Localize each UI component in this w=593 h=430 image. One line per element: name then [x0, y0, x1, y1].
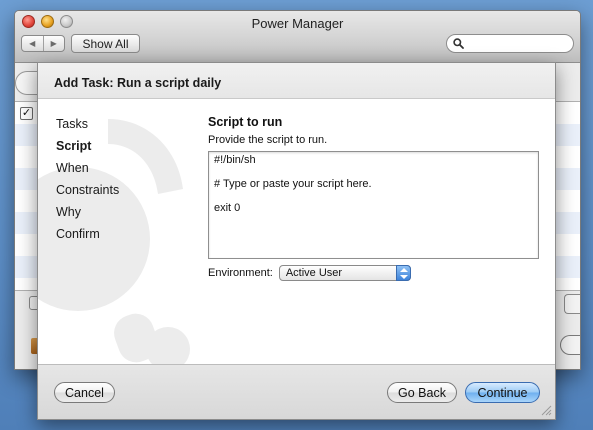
step-why: Why: [56, 205, 81, 219]
script-line: exit 0: [214, 202, 241, 214]
step-list: Tasks Script When Constraints Why Confir…: [56, 115, 119, 247]
add-task-sheet: Add Task: Run a script daily Tasks Scrip…: [37, 62, 556, 420]
environment-row: Environment: Active User: [208, 265, 540, 281]
script-line: # Type or paste your script here.: [214, 178, 372, 190]
step-tasks: Tasks: [56, 117, 88, 131]
section-description: Provide the script to run.: [208, 134, 328, 146]
sheet-header: Add Task: Run a script daily: [38, 63, 555, 99]
task-enabled-checkbox[interactable]: ✓: [20, 107, 33, 120]
script-blank-line: [214, 190, 533, 202]
sheet-title: Add Task: Run a script daily: [54, 76, 222, 90]
search-icon: [453, 38, 464, 49]
script-line: #!/bin/sh: [214, 154, 256, 166]
go-back-button[interactable]: Go Back: [387, 382, 457, 403]
show-all-button[interactable]: Show All: [71, 34, 140, 53]
title-bar: Power Manager ◀ ▶ Show All: [15, 11, 580, 63]
back-forward-control: ◀ ▶: [21, 35, 65, 52]
updown-arrows-icon: [395, 265, 411, 281]
step-script: Script: [56, 139, 92, 153]
resize-grip-icon[interactable]: [541, 405, 552, 416]
step-when: When: [56, 161, 89, 175]
sheet-footer: Cancel Go Back Continue: [38, 364, 555, 419]
section-title: Script to run: [208, 115, 283, 129]
step-constraints: Constraints: [56, 183, 120, 197]
script-editor[interactable]: #!/bin/sh # Type or paste your script he…: [208, 151, 539, 259]
help-button[interactable]: [560, 335, 580, 355]
environment-value: Active User: [285, 267, 343, 279]
step-content: Script to run Provide the script to run.…: [208, 115, 540, 281]
continue-button[interactable]: Continue: [465, 382, 540, 403]
window-title: Power Manager: [251, 16, 344, 31]
background-popup-right[interactable]: [564, 294, 580, 314]
back-arrow-icon[interactable]: ◀: [22, 36, 43, 51]
script-blank-line: [214, 166, 533, 178]
cancel-button[interactable]: Cancel: [54, 382, 115, 403]
step-confirm: Confirm: [56, 227, 100, 241]
environment-label: Environment:: [208, 267, 273, 279]
forward-arrow-icon[interactable]: ▶: [42, 36, 65, 51]
environment-popup[interactable]: Active User: [278, 265, 411, 281]
search-field[interactable]: [446, 34, 574, 53]
